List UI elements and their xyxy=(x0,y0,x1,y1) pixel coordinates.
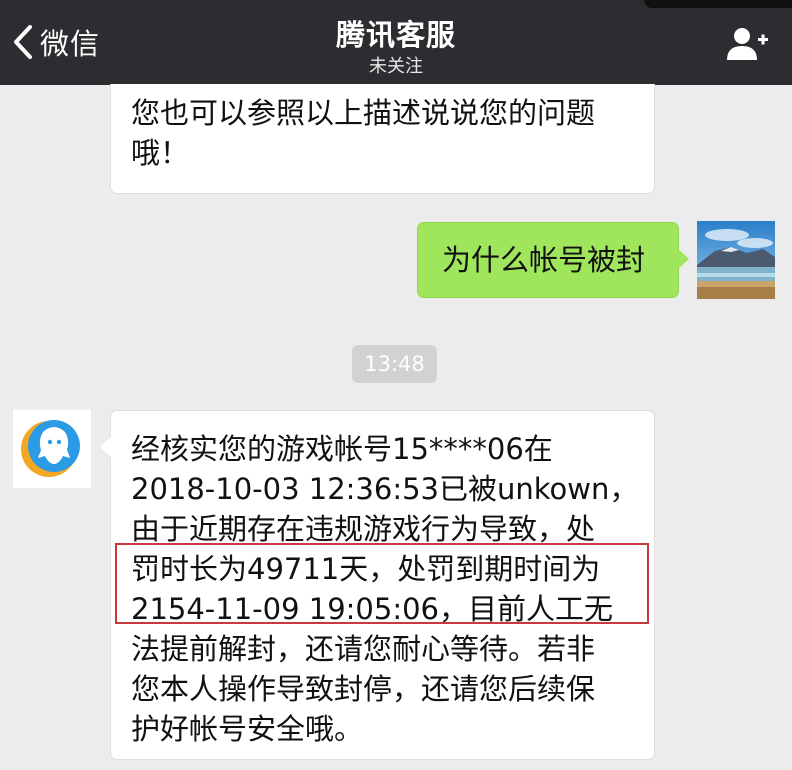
service-avatar[interactable] xyxy=(13,410,91,488)
user-avatar[interactable] xyxy=(697,221,775,299)
message-bubble-received[interactable]: 您也可以参照以上描述说说您的问题 哦！ xyxy=(110,84,655,194)
message-bubble-sent[interactable]: 为什么帐号被封 xyxy=(417,222,689,298)
message-line: 罚时长为49711天，处罚到期时间为 xyxy=(131,552,601,586)
follow-status: 未关注 xyxy=(369,56,423,77)
message-line: 2154-11-09 19:05:06，目前人工无 xyxy=(131,592,613,626)
message-bubble-received[interactable]: 经核实您的游戏帐号15****06在 2018-10-03 12:36:53已被… xyxy=(100,410,655,760)
page-title: 腾讯客服 xyxy=(335,18,456,52)
navbar: 微信 腾讯客服 未关注 xyxy=(0,0,792,85)
message-line: 由于近期存在违规游戏行为导致，处 xyxy=(131,512,596,546)
qq-service-logo-icon xyxy=(21,420,80,477)
message-line: 2018-10-03 12:36:53已被unkown， xyxy=(131,472,639,506)
message-line: 经核实您的游戏帐号15****06在 xyxy=(131,432,553,466)
message-text: 为什么帐号被封 xyxy=(442,243,646,277)
add-contact-icon[interactable] xyxy=(726,26,770,62)
message-line: 您本人操作导致封停，还请您后续保 xyxy=(131,672,596,706)
message-line: 法提前解封，还请您耐心等待。若非 xyxy=(131,632,596,666)
message-line: 护好帐号安全哦。 xyxy=(131,712,364,746)
message-line: 您也可以参照以上描述说说您的问题 xyxy=(131,96,596,130)
landscape-avatar-image xyxy=(697,221,775,299)
timestamp-badge: 13:48 xyxy=(352,345,437,383)
message-line: 哦！ xyxy=(131,136,190,170)
status-bar-notch xyxy=(644,0,792,8)
